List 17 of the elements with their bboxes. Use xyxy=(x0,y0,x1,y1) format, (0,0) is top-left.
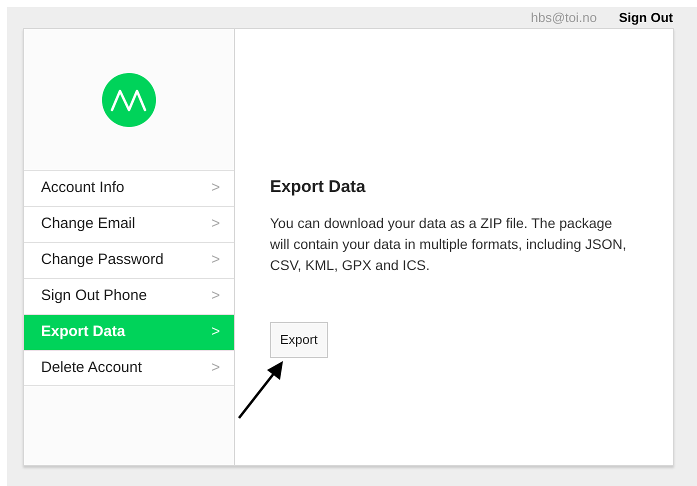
logo-icon xyxy=(102,72,156,126)
chevron-icon: > xyxy=(211,249,220,272)
chevron-icon: > xyxy=(211,321,220,344)
user-email: hbs@toi.no xyxy=(530,8,597,27)
sign-out-link[interactable]: Sign Out xyxy=(618,8,673,28)
sidebar-item[interactable]: Account Info > xyxy=(24,170,234,206)
sidebar-item[interactable]: Delete Account > xyxy=(24,350,234,386)
sidebar-item[interactable]: Change Password > xyxy=(24,242,234,278)
chevron-icon: > xyxy=(211,177,220,200)
chevron-icon: > xyxy=(211,356,220,380)
page-title: Export Data xyxy=(270,177,366,198)
description-text: You can download your data as a ZIP file. The package will contain your data in multiple formats, including JSON, CSV, KML, GPX and ICS. xyxy=(270,214,628,276)
chevron-icon: > xyxy=(211,285,220,308)
sidebar-item[interactable]: Sign Out Phone > xyxy=(24,278,234,314)
chevron-icon: > xyxy=(211,213,220,236)
export-button[interactable]: Export xyxy=(270,322,328,358)
sidebar-item[interactable]: Change Email > xyxy=(24,206,234,242)
